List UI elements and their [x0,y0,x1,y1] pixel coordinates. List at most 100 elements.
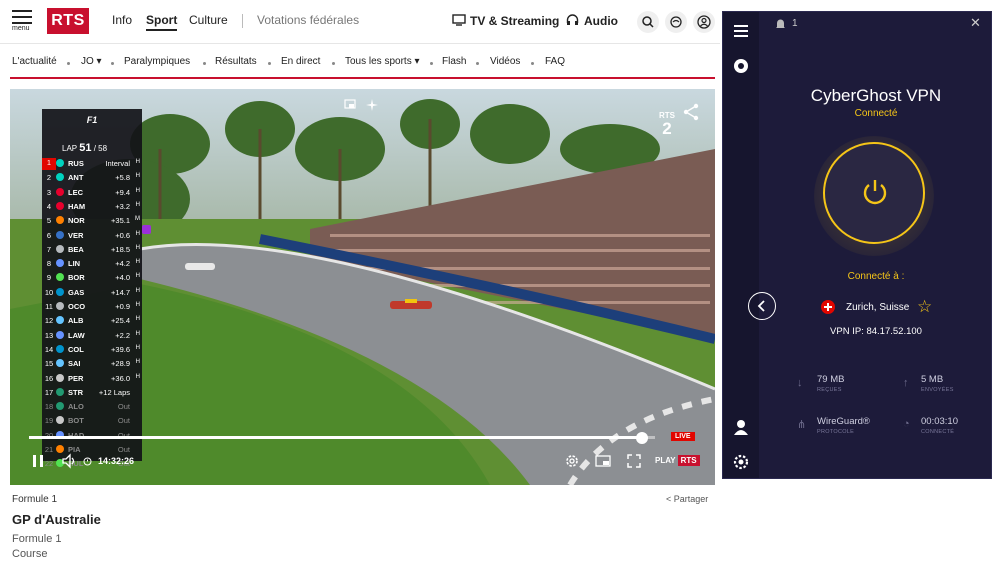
user-icon [697,15,711,29]
tire-compound: H [135,344,140,351]
subnav-separator [430,62,433,65]
account-button[interactable] [693,11,715,33]
cyberghost-window: 1 ✕ CyberGhost VPN Connecté Connecté à :… [722,11,992,479]
leaderboard-row: 17 STR +12 Laps [42,386,142,400]
team-badge-icon [56,187,64,196]
headphones-icon [566,14,579,25]
share-label: Partager [673,494,709,504]
play-rts-badge[interactable]: PLAY RTS [655,455,700,466]
driver-gap: Out [117,402,130,412]
duration-clock-icon: ◔ [903,418,910,430]
subnav-separator [203,62,206,65]
bell-icon[interactable] [775,18,786,30]
share-link[interactable]: < Partager [666,494,708,504]
subnav-videos[interactable]: Vidéos [490,56,520,67]
subnav-jo[interactable]: JO ▾ [81,56,102,67]
nav-votations[interactable]: Votations fédérales [257,13,359,27]
accessibility-button[interactable] [665,11,687,33]
team-badge-icon [56,402,64,411]
nav-culture[interactable]: Culture [189,13,228,27]
site-header: menu RTS Info Sport Culture Votations fé… [0,0,720,44]
subnav-en-direct[interactable]: En direct [281,56,320,67]
driver-gap: +25.4 [111,316,130,326]
vpn-ip: VPN IP: 84.17.52.100 [830,326,922,337]
chevron-left-icon [757,300,765,312]
audio-link[interactable]: Audio [584,14,618,28]
volume-icon[interactable] [61,453,77,469]
subnav-actualite[interactable]: L'actualité [12,56,57,67]
tire-compound: H [135,259,140,266]
team-badge-icon [56,244,64,253]
position: 3 [46,187,52,197]
seek-bar[interactable] [29,436,655,439]
tire-compound: H [135,287,140,294]
team-badge-icon [56,445,64,453]
upload-arrow-icon: ↑ [903,377,909,389]
subnav-tous-les-sports[interactable]: Tous les sports ▾ [345,56,420,67]
driver-gap: +39.6 [111,344,130,354]
leaderboard-row: 18 ALO Out [42,400,142,414]
menu-button[interactable]: menu [12,10,34,34]
team-badge-icon [56,387,64,396]
settings-icon[interactable] [733,454,749,470]
picture-in-picture-icon[interactable] [344,99,356,111]
tire-compound: H [135,187,140,194]
driver-code: LAW [68,330,85,340]
driver-gap: +12 Laps [98,387,130,397]
driver-code: ALB [68,316,84,326]
team-badge-icon [56,173,64,182]
video-category: Formule 1 [12,494,58,505]
tv-streaming-link[interactable]: TV & Streaming [470,14,559,28]
share-icon[interactable] [682,103,700,121]
driver-gap: +4.0 [115,273,130,283]
subnav-underline [10,77,715,79]
subnav-separator [332,62,335,65]
share-icon: < [666,494,672,504]
tire-compound: H [135,359,140,366]
close-icon[interactable]: ✕ [970,15,981,31]
hamburger-icon[interactable] [734,25,748,37]
nav-info[interactable]: Info [112,13,132,27]
leaderboard-row: 21 PIA Out [42,443,142,457]
account-icon[interactable] [733,419,749,435]
settings-gear-icon[interactable] [564,453,580,469]
driver-code: LIN [68,259,81,269]
sparkle-icon[interactable] [366,99,378,111]
back-button[interactable] [748,292,776,320]
subnav-paralympiques[interactable]: Paralympiques [124,56,190,67]
leaderboard-row: 8 LIN +4.2 H [42,257,142,271]
position: 5 [46,216,52,226]
search-button[interactable] [637,11,659,33]
driver-gap: +0.6 [115,230,130,240]
favorite-star-icon[interactable]: ☆ [917,297,932,317]
server-location[interactable]: Zurich, Suisse [846,302,909,313]
fullscreen-icon[interactable] [626,453,642,469]
driver-code: BEA [68,244,84,254]
mini-player-icon[interactable] [595,453,611,469]
leaderboard-row: 10 GAS +14.7 H [42,286,142,300]
pause-icon[interactable] [30,453,46,469]
leaderboard-row: 12 ALB +25.4 H [42,314,142,328]
position: 10 [44,287,54,297]
rts-logo[interactable]: RTS [47,8,89,34]
ghost-logo-icon[interactable] [733,58,749,74]
live-badge[interactable]: LIVE [671,432,695,441]
team-badge-icon [56,416,64,425]
driver-gap: +35.1 [111,216,130,226]
leaderboard-row: 15 SAI +28.9 H [42,357,142,371]
fastest-lap-badge [142,225,151,234]
power-button[interactable] [823,142,925,244]
position: 15 [44,359,54,369]
position: 9 [46,273,52,283]
sent-stat: 5 MB ENVOYÉES [921,374,954,393]
video-player[interactable]: F1 LAP 51 / 58 1 RUS Interval H 2 ANT +5.8 H 3 LE… [10,89,715,485]
subnav-faq[interactable]: FAQ [545,56,565,67]
nav-sport[interactable]: Sport [146,13,178,31]
download-arrow-icon: ↓ [797,377,803,389]
subnav-flash[interactable]: Flash [442,56,466,67]
leaderboard-row: 19 BOT Out [42,414,142,428]
team-badge-icon [56,230,64,239]
subnav-resultats[interactable]: Résultats [215,56,257,67]
tire-compound: H [135,244,140,251]
driver-gap: +36.0 [111,373,130,383]
